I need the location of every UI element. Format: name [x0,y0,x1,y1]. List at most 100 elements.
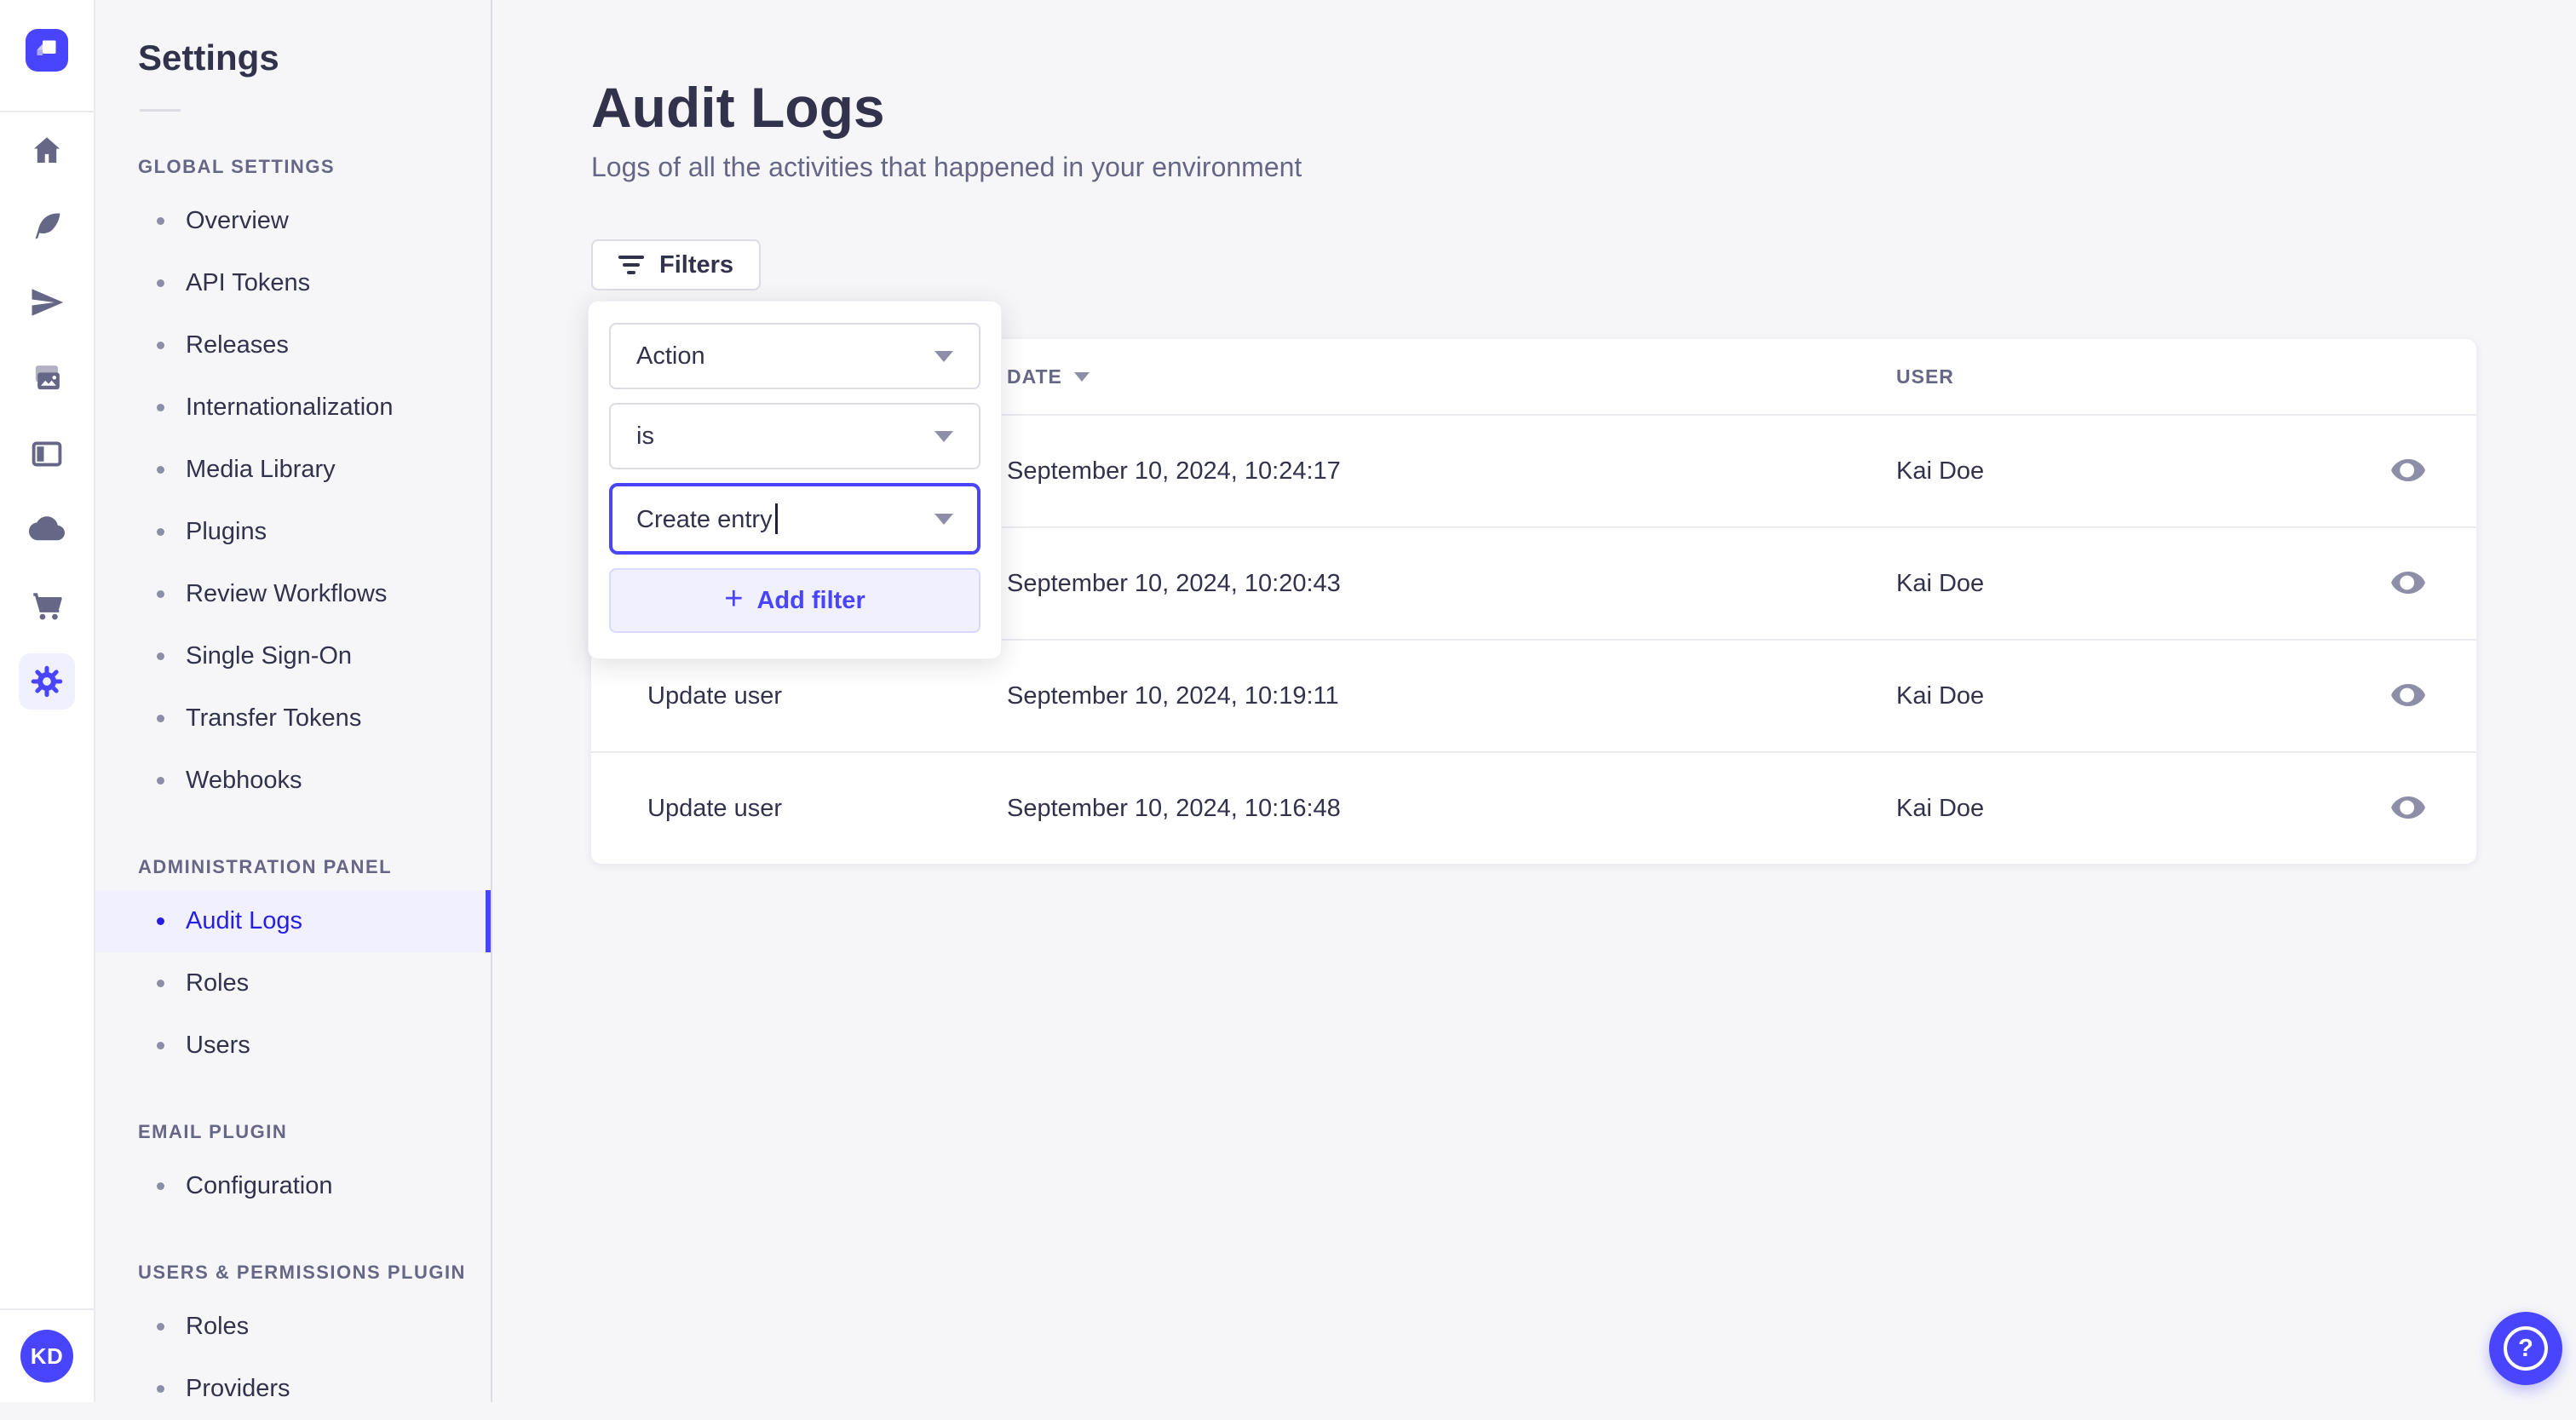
cell-date: September 10, 2024, 10:24:17 [1007,414,1896,527]
date-sort-control[interactable]: DATE [1007,365,1090,388]
sidebar-item-plugins[interactable]: Plugins [95,501,491,563]
strapi-logo [26,29,68,72]
sidebar-item-content-manager[interactable] [0,188,95,264]
sidebar-item-label: Roles [186,969,250,997]
layout-panel-icon [32,440,62,467]
section-label: ADMINISTRATION PANEL [138,856,393,877]
bullet-icon [157,404,164,411]
text-cursor [774,503,778,534]
eye-icon [2391,683,2425,707]
sidebar-item-label: Overview [186,207,289,234]
bullet-icon [157,777,164,785]
bullet-icon [157,1042,164,1049]
bullet-icon [157,279,164,287]
cloud-icon [29,515,65,540]
sidebar-item-label: Providers [186,1375,290,1402]
active-item-background [19,653,75,710]
filter-operator-value: is [636,422,654,450]
sidebar-item-label: Single Sign-On [186,642,353,670]
filter-icon [618,256,644,274]
sidebar-item-label: Configuration [186,1172,333,1199]
cell-date: September 10, 2024, 10:16:48 [1007,751,1896,864]
cell-user: Kai Doe [1896,639,2340,752]
subnav-title: Settings [138,37,279,78]
sidebar-item-label: Webhooks [186,767,302,794]
eye-icon [2391,571,2425,595]
sidebar-item-single-sign-on[interactable]: Single Sign-On [95,625,491,687]
bullet-icon [157,528,164,536]
sidebar-item-review-workflows[interactable]: Review Workflows [95,563,491,625]
sidebar-item-transfer-tokens[interactable]: Transfer Tokens [95,687,491,750]
divider [140,109,181,112]
sidebar-item-overview[interactable]: Overview [95,190,491,252]
section-users-permissions-plugin: USERS & PERMISSIONS PLUGIN Roles Provide… [95,1262,491,1420]
home-icon [33,136,60,163]
filters-button-label: Filters [659,250,734,279]
sidebar-item-api-tokens[interactable]: API Tokens [95,252,491,314]
sidebar-item-label: Roles [186,1313,250,1340]
filter-value-select[interactable]: Create entry [609,483,980,555]
cell-date: September 10, 2024, 10:19:11 [1007,639,1896,752]
sidebar-item-home[interactable] [0,112,95,188]
sidebar-item-marketplace[interactable] [0,567,95,643]
filter-popover: Action is Create entry + Add filter [588,301,1002,659]
bullet-icon [157,715,164,722]
sidebar-item-label: Releases [186,331,289,359]
help-button[interactable]: ? [2489,1312,2562,1385]
chevron-down-icon [934,350,953,362]
sidebar-item-releases[interactable]: Releases [95,314,491,377]
bullet-icon [157,917,164,925]
bullet-icon [157,590,164,598]
sidebar-item-releases[interactable] [0,264,95,340]
bullet-icon [157,1385,164,1393]
sidebar-item-deploy[interactable] [0,492,95,567]
sidebar-item-label: Users [186,1032,250,1059]
view-details-button[interactable] [2383,558,2433,607]
question-mark-icon: ? [2504,1326,2548,1371]
cell-user: Kai Doe [1896,414,2340,527]
sidebar-item-webhooks[interactable]: Webhooks [95,750,491,812]
section-label: USERS & PERMISSIONS PLUGIN [138,1262,466,1283]
sidebar-item-media-library[interactable]: Media Library [95,439,491,501]
section-administration-panel: ADMINISTRATION PANEL Audit Logs Roles Us… [95,856,491,1077]
eye-icon [2391,458,2425,482]
bullet-icon [157,342,164,349]
column-header-date: DATE [1007,339,1896,415]
column-header-user: USER [1896,365,1954,388]
sidebar-item-settings[interactable] [0,643,95,719]
sidebar-item-label: Media Library [186,456,336,483]
page-title: Audit Logs [591,76,885,139]
sidebar-item-content-type-builder[interactable] [0,416,95,492]
sidebar-item-admin-users[interactable]: Users [95,1015,491,1077]
view-details-button[interactable] [2383,446,2433,495]
sidebar-item-label: Review Workflows [186,580,388,607]
sidebar-item-admin-roles[interactable]: Roles [95,952,491,1015]
filter-operator-select[interactable]: is [609,403,980,469]
sidebar-item-email-configuration[interactable]: Configuration [95,1155,491,1217]
user-avatar[interactable]: KD [20,1330,73,1383]
filters-button[interactable]: Filters [591,239,762,290]
active-indicator [486,890,491,952]
sidebar-item-label: Transfer Tokens [186,704,362,732]
column-header-date-label: DATE [1007,365,1062,388]
filter-field-select[interactable]: Action [609,323,980,389]
chevron-down-icon [934,430,953,442]
settings-sub-nav: Settings GLOBAL SETTINGS Overview API To… [95,0,492,1402]
view-details-button[interactable] [2383,783,2433,832]
sort-descending-icon [1073,371,1090,382]
section-email-plugin: EMAIL PLUGIN Configuration [95,1121,491,1217]
sidebar-item-internationalization[interactable]: Internationalization [95,377,491,439]
sidebar-item-up-roles[interactable]: Roles [95,1296,491,1358]
shopping-cart-icon [33,592,62,619]
bullet-icon [157,653,164,660]
images-icon [35,365,60,389]
sidebar-item-media-library[interactable] [0,340,95,416]
section-global-settings: GLOBAL SETTINGS Overview API Tokens Rele… [95,156,491,812]
add-filter-button[interactable]: + Add filter [609,568,980,633]
sidebar-item-audit-logs[interactable]: Audit Logs [95,890,491,952]
sidebar-item-up-providers[interactable]: Providers [95,1358,491,1420]
view-details-button[interactable] [2383,670,2433,720]
page-subtitle: Logs of all the activities that happened… [591,152,1302,182]
filter-value-text: Create entry [636,506,773,533]
bullet-icon [157,466,164,474]
